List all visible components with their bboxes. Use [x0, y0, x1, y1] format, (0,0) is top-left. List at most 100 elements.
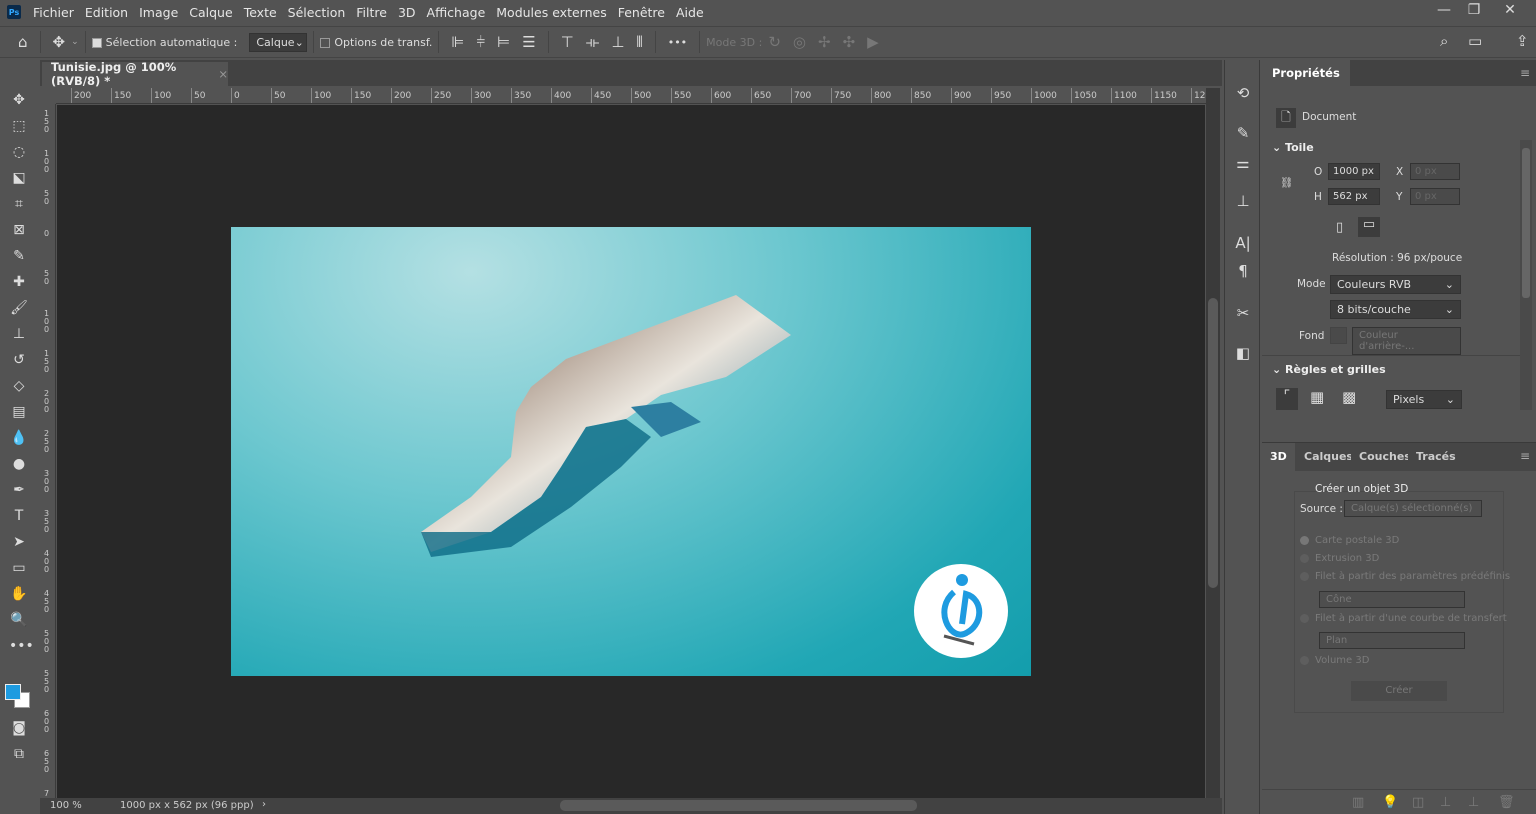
menu-affichage[interactable]: Affichage — [427, 5, 486, 20]
source-dropdown[interactable]: Calque(s) sélectionné(s) — [1344, 500, 1482, 517]
close-button[interactable]: ✕ — [1496, 2, 1524, 22]
tools-icon[interactable]: ✂ — [1233, 304, 1253, 324]
height-input[interactable]: 562 px — [1328, 188, 1380, 205]
paragraph-icon[interactable]: ¶ — [1233, 262, 1253, 282]
ground-icon[interactable]: ⊥ — [1440, 795, 1451, 810]
hand-tool-icon[interactable]: ✋ — [9, 584, 29, 604]
path-select-icon[interactable]: ➤ — [9, 532, 29, 552]
align-top-icon[interactable]: ⊤ — [561, 33, 574, 51]
curve-dropdown[interactable]: Plan — [1319, 632, 1465, 649]
chevron-down-icon[interactable]: ⌄ — [71, 37, 79, 47]
menu-texte[interactable]: Texte — [244, 5, 277, 20]
zoom-level[interactable]: 100 % — [50, 800, 82, 811]
create-button[interactable]: Créer — [1351, 681, 1447, 701]
lasso-tool-icon[interactable]: ◌ — [9, 142, 29, 162]
slide-3d-icon[interactable]: ✣ — [843, 33, 856, 51]
restore-button[interactable]: ❐ — [1460, 2, 1488, 22]
crop-tool-icon[interactable]: ⌗ — [9, 194, 29, 214]
stamp-tool-icon[interactable]: ⊥ — [9, 324, 29, 344]
pixel-grid-icon[interactable]: ▩ — [1342, 388, 1356, 406]
landscape-icon[interactable]: ▭ — [1358, 217, 1380, 237]
document-info[interactable]: 1000 px x 562 px (96 ppp) — [120, 800, 254, 811]
add-light-icon[interactable]: ⊥ — [1468, 795, 1479, 810]
foreground-color-swatch[interactable] — [5, 684, 21, 700]
rectangle-tool-icon[interactable]: ▭ — [9, 558, 29, 578]
align-middle-icon[interactable]: ⟛ — [586, 33, 600, 51]
more-tools-icon[interactable]: ••• — [9, 636, 34, 656]
target-dropdown[interactable]: Calque ⌄ — [249, 32, 308, 52]
preset-dropdown[interactable]: Cône — [1319, 591, 1465, 608]
x-input[interactable]: 0 px — [1410, 163, 1460, 180]
canvas-section-header[interactable]: ⌄ Toile — [1272, 141, 1314, 154]
healing-tool-icon[interactable]: ✚ — [9, 272, 29, 292]
tab-properties[interactable]: Propriétés — [1262, 60, 1350, 86]
width-input[interactable]: 1000 px — [1328, 163, 1380, 180]
scene-filter-icon[interactable]: ▥ — [1352, 795, 1364, 810]
distribute-icon[interactable]: ☰ — [522, 33, 535, 51]
chevron-right-icon[interactable]: › — [262, 799, 266, 810]
dodge-tool-icon[interactable]: ● — [9, 454, 29, 474]
document-tab[interactable]: Tunisie.jpg @ 100% (RVB/8) * × — [42, 60, 228, 88]
libraries-icon[interactable]: ◧ — [1233, 344, 1253, 364]
screen-mode-icon[interactable]: ⧉ — [9, 744, 29, 764]
tab-3d[interactable]: 3D — [1262, 443, 1295, 471]
rulers-section-header[interactable]: ⌄ Règles et grilles — [1272, 363, 1386, 376]
align-left-icon[interactable]: ⊫ — [451, 33, 464, 51]
render-icon[interactable]: ◫ — [1412, 795, 1424, 810]
pen-tool-icon[interactable]: ✒ — [9, 480, 29, 500]
align-center-icon[interactable]: ⫩ — [476, 33, 485, 51]
units-dropdown[interactable]: Pixels ⌄ — [1386, 390, 1462, 409]
document-image[interactable] — [231, 227, 1031, 676]
fill-swatch[interactable] — [1330, 327, 1347, 344]
horizontal-scroll-thumb[interactable] — [560, 800, 917, 811]
workspace-icon[interactable]: ▭ — [1468, 32, 1482, 50]
brush-settings-icon[interactable]: ✎ — [1233, 124, 1253, 144]
home-icon[interactable]: ⌂ — [18, 33, 28, 51]
y-input[interactable]: 0 px — [1410, 188, 1460, 205]
bit-depth-dropdown[interactable]: 8 bits/couche ⌄ — [1330, 300, 1461, 319]
radio-volume[interactable]: Volume 3D — [1300, 655, 1369, 666]
brush-tool-icon[interactable]: 🖌 — [9, 298, 29, 318]
portrait-icon[interactable]: ▯ — [1336, 220, 1343, 235]
trash-icon[interactable]: 🗑 — [1498, 795, 1515, 810]
vertical-scroll-thumb[interactable] — [1208, 298, 1218, 588]
marquee-tool-icon[interactable]: ⬚ — [9, 116, 29, 136]
search-icon[interactable]: ⌕ — [1440, 32, 1448, 50]
align-bottom-icon[interactable]: ⊥ — [611, 33, 624, 51]
roll-3d-icon[interactable]: ◎ — [793, 33, 806, 51]
blur-tool-icon[interactable]: 💧 — [9, 428, 29, 448]
menu-image[interactable]: Image — [139, 5, 178, 20]
menu-calque[interactable]: Calque — [189, 5, 232, 20]
fill-dropdown[interactable]: Couleur d'arrière-... — [1352, 327, 1461, 355]
radio-postcard[interactable]: Carte postale 3D — [1300, 535, 1399, 546]
zoom-tool-icon[interactable]: 🔍 — [9, 610, 29, 630]
character-icon[interactable]: A| — [1233, 234, 1253, 254]
move-tool-icon[interactable]: ✥ — [9, 90, 29, 110]
camera-3d-icon[interactable]: ▶ — [867, 33, 879, 51]
transform-options-checkbox[interactable]: Options de transf. — [320, 36, 432, 49]
checkbox-icon[interactable] — [320, 37, 331, 48]
menu-edition[interactable]: Edition — [85, 5, 128, 20]
radio-extrusion[interactable]: Extrusion 3D — [1300, 553, 1379, 564]
tab-paths[interactable]: Tracés — [1408, 443, 1464, 471]
align-right-icon[interactable]: ⊨ — [497, 33, 510, 51]
type-tool-icon[interactable]: T — [9, 506, 29, 526]
gradient-tool-icon[interactable]: ▤ — [9, 402, 29, 422]
close-tab-icon[interactable]: × — [218, 67, 228, 81]
pan-3d-icon[interactable]: ✢ — [818, 33, 831, 51]
menu-filtre[interactable]: Filtre — [356, 5, 387, 20]
adjustments-icon[interactable]: ⚌ — [1233, 154, 1253, 174]
orbit-3d-icon[interactable]: ↻ — [768, 33, 781, 51]
auto-select-checkbox[interactable]: Sélection automatique : — [91, 36, 237, 49]
mode-dropdown[interactable]: Couleurs RVB ⌄ — [1330, 275, 1461, 294]
minimize-button[interactable]: — — [1430, 2, 1458, 22]
menu-modules[interactable]: Modules externes — [496, 5, 606, 20]
radio-preset-mesh[interactable]: Filet à partir des paramètres prédéfinis — [1300, 571, 1510, 582]
rulers-icon[interactable]: ⌜ — [1276, 388, 1298, 410]
eyedropper-tool-icon[interactable]: ✎ — [9, 246, 29, 266]
panel-menu-icon[interactable]: ≡ — [1520, 449, 1530, 463]
distribute-horizontal-icon[interactable]: ⫴ — [636, 33, 642, 51]
menu-fichier[interactable]: Fichier — [33, 5, 74, 20]
menu-aide[interactable]: Aide — [676, 5, 704, 20]
menu-fenetre[interactable]: Fenêtre — [618, 5, 665, 20]
